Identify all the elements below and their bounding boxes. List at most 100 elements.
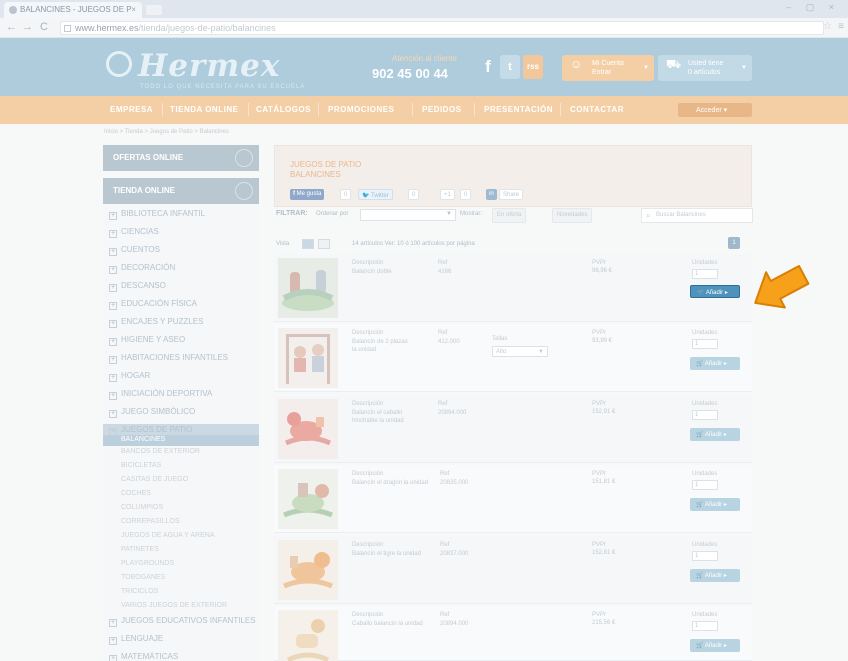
add-to-cart-button[interactable]: 🛒 Añadir ▸ [690,357,740,370]
nav-presentacion[interactable]: PRESENTACIÓN [484,105,553,114]
sidebar-item[interactable]: + CUENTOS [109,245,160,256]
product-image[interactable] [278,469,338,529]
sidebar-item[interactable]: + LENGUAJE [109,634,163,645]
login-button[interactable]: Acceder ▾ [678,103,752,117]
sidebar-subitem[interactable]: TOBOGANES [121,574,165,581]
twitter-icon[interactable]: t [500,55,520,79]
product-image[interactable] [278,610,338,661]
nav-catalogos[interactable]: CATÁLOGOS [256,105,311,114]
nav-contactar[interactable]: CONTACTAR [570,105,624,114]
sidebar-subitem[interactable]: PATINETES [121,546,159,553]
account-button[interactable]: ☺ Mi Cuenta Entrar ▼ [562,55,654,81]
sidebar-item[interactable]: + ENCAJES Y PUZZLES [109,317,203,328]
sidebar-subitem[interactable]: CORREPASILLOS [121,518,180,525]
add-to-cart-button[interactable]: 🛒 Añadir ▸ [690,569,740,582]
sidebar-subitem-balancines[interactable]: BALANCINES [121,436,165,443]
add-to-cart-button[interactable]: 🛒 Añadir ▸ [690,498,740,511]
site-logo[interactable]: Hermex [108,48,280,84]
bookmark-star-icon[interactable]: ☆ [823,21,832,32]
sidebar-item[interactable]: + EDUCACIÓN FÍSICA [109,299,197,310]
window-controls[interactable]: – ▢ × [786,2,840,13]
reload-icon[interactable]: C [40,21,48,33]
filter-offer-button[interactable]: En oferta [492,208,527,223]
sidebar-item[interactable]: + MATEMÁTICAS [109,652,178,661]
sidebar-subitem[interactable]: PLAYGROUNDS [121,560,174,567]
sidebar-item[interactable]: + DESCANSO [109,281,166,292]
page-button[interactable]: 1 [728,237,740,249]
sidebar-item[interactable]: + HOGAR [109,371,150,382]
nav-pedidos[interactable]: PEDIDOS [422,105,462,114]
nav-promociones[interactable]: PROMOCIONES [328,105,394,114]
product-ref: 20835.000 [440,480,469,486]
quantity-input[interactable]: 1 [692,480,718,490]
product-image[interactable] [278,328,338,388]
product-image[interactable] [278,540,338,600]
sidebar-item[interactable]: + INICIACIÓN DEPORTIVA [109,389,212,400]
sidebar-subitem[interactable]: BANCOS DE EXTERIOR [121,448,200,455]
show-label: Mostrar: [460,211,483,217]
quantity-input[interactable]: 1 [692,621,718,631]
browser-menu-icon[interactable]: ≡ [838,21,844,32]
sidebar-offers-header[interactable]: OFERTAS ONLINE [103,145,259,171]
product-description[interactable]: Balancín el dragón la unidad [352,479,436,487]
cart-button[interactable]: ⛟ Usted tiene 0 artículos ▼ [658,55,752,81]
sidebar-item[interactable]: + JUEGO SIMBÓLICO [109,407,195,418]
account-line2: Entrar [592,69,612,76]
facebook-like-button[interactable]: f Me gusta [290,189,325,200]
product-image[interactable] [278,258,338,318]
nav-empresa[interactable]: EMPRESA [110,105,153,114]
sidebar-item[interactable]: + JUEGOS EDUCATIVOS INFANTILES [109,616,256,627]
sidebar-item[interactable]: + HIGIENE Y ASEO [109,335,185,346]
add-to-cart-button[interactable]: 🛒 Añadir ▸ [690,428,740,441]
size-select[interactable]: Alto ▼ [492,346,548,357]
back-icon[interactable]: ← [6,21,17,33]
linkedin-icon[interactable]: in [486,189,497,200]
product-ref: 4166 [438,269,452,275]
sidebar-subitem[interactable]: TRICICLOS [121,588,158,595]
search-input[interactable]: ⌕ Buscar Balancines [641,208,753,223]
sidebar-subitem[interactable]: COCHES [121,490,151,497]
quantity-input[interactable]: 1 [692,269,718,279]
filter-new-button[interactable]: Novedades [552,208,593,223]
rss-icon[interactable]: rss [523,55,543,79]
product-description[interactable]: Caballo balancín la unidad [352,620,436,628]
quantity-input[interactable]: 1 [692,410,718,420]
ref-label: Ref [438,260,448,266]
sidebar-item[interactable]: + DECORACIÓN [109,263,175,274]
order-select[interactable]: ▼ [360,209,456,221]
breadcrumb[interactable]: Inicio > Tienda > Juegos de Patio > Bala… [104,129,229,135]
grid-view-icon[interactable] [318,239,330,249]
gplus-button[interactable]: +1 [440,189,455,200]
sidebar-shop-header[interactable]: TIENDA ONLINE [103,178,259,204]
quantity-input[interactable]: 1 [692,339,718,349]
product-image[interactable] [278,399,338,459]
list-view-icon[interactable] [302,239,314,249]
forward-icon[interactable]: → [22,21,33,33]
quantity-input[interactable]: 1 [692,551,718,561]
sidebar-subitem[interactable]: COLUMPIOS [121,504,163,511]
sidebar-subitem[interactable]: BICICLETAS [121,462,161,469]
chevron-down-icon: ▼ [643,65,649,71]
tweet-button[interactable]: 🐦 Twitter [358,189,393,200]
sidebar-subitem[interactable]: CASITAS DE JUEGO [121,476,188,483]
sidebar-subitem[interactable]: VARIOS JUEGOS DE EXTERIOR [121,602,227,609]
nav-tienda-online[interactable]: TIENDA ONLINE [170,105,238,114]
product-description[interactable]: Balancín de 2 plazas la unidad [352,338,412,354]
sidebar-subitem[interactable]: JUEGOS DE AGUA Y ARENA [121,532,215,539]
new-tab-button[interactable] [146,5,162,15]
sidebar-item[interactable]: + CIENCIAS [109,227,159,238]
browser-tab[interactable]: BALANCINES - JUEGOS DE P × [4,2,142,18]
add-to-cart-button[interactable]: 🛒 Añadir ▸ [690,639,740,652]
url-input[interactable]: www.hermex.es/tienda/juegos-de-patio/bal… [60,21,824,35]
add-to-cart-button[interactable]: 🛒 Añadir ▸ [690,285,740,298]
facebook-icon[interactable]: f [480,55,496,79]
linkedin-share-button[interactable]: Share [499,189,524,200]
nav-divider [318,103,319,116]
product-description[interactable]: Balancín doble [352,268,412,276]
sidebar-item[interactable]: + HABITACIONES INFANTILES [109,353,228,364]
product-description[interactable]: Balancín el tigre la unidad [352,550,436,558]
product-description[interactable]: Balancín el caballo hinchable la unidad [352,409,416,425]
tab-close-icon[interactable]: × [131,5,136,14]
product-price: 93,99 € [592,338,613,344]
sidebar-item[interactable]: + BIBLIOTECA INFANTIL [109,209,205,220]
